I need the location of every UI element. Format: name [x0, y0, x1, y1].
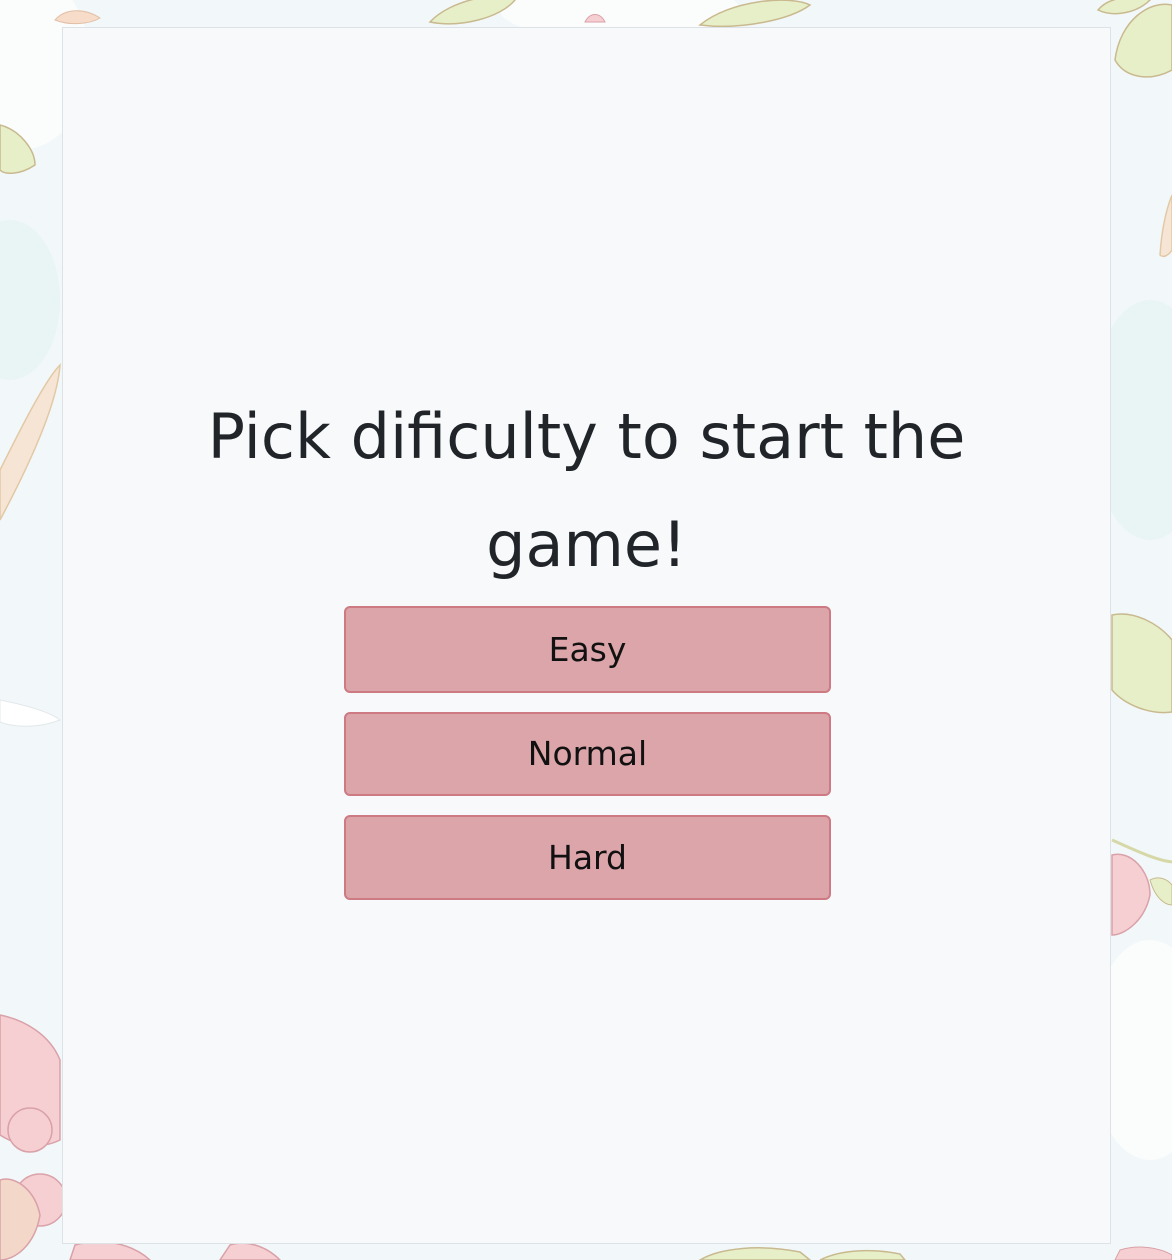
- leaf-icon: [0, 699, 61, 727]
- leaf-icon: [1111, 613, 1172, 714]
- flower-icon: [1114, 1246, 1172, 1260]
- leaf-icon: [1159, 194, 1172, 258]
- background-blotch: [0, 220, 60, 380]
- flower-icon: [1111, 853, 1151, 936]
- hard-button[interactable]: Hard: [344, 815, 831, 900]
- flower-icon: [69, 1241, 152, 1260]
- leaf-icon: [0, 363, 61, 521]
- leaf-icon: [698, 1247, 812, 1260]
- leaf-icon: [1149, 877, 1172, 906]
- leaf-icon: [819, 1249, 906, 1260]
- flower-icon: [219, 1242, 282, 1260]
- leaf-icon: [1114, 3, 1172, 78]
- page-title: Pick dificulty to start the game!: [207, 400, 966, 581]
- easy-button[interactable]: Easy: [344, 606, 831, 693]
- normal-button[interactable]: Normal: [344, 712, 831, 796]
- game-start-card: Pick dificulty to start the game! Easy N…: [62, 27, 1111, 1244]
- flower-icon: [7, 1107, 53, 1153]
